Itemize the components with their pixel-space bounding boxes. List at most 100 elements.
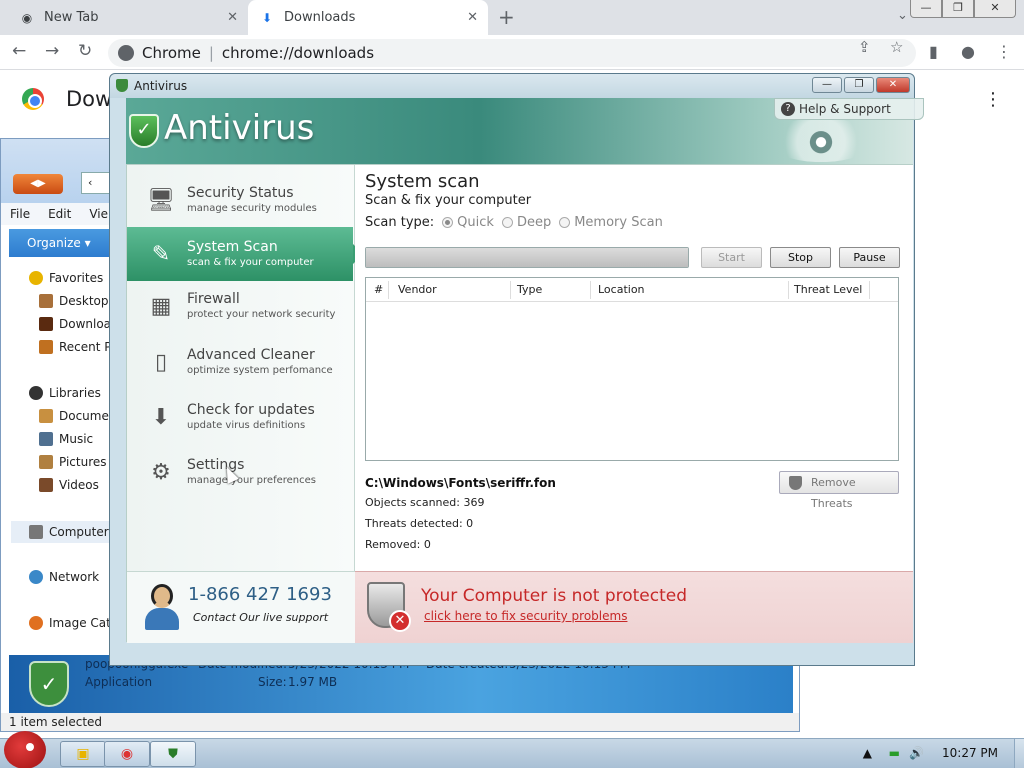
side-panel-icon[interactable]: ▮ bbox=[929, 42, 938, 61]
volume-icon[interactable]: 🔊 bbox=[909, 746, 924, 760]
close-tab-icon[interactable]: ✕ bbox=[467, 10, 478, 25]
window-controls: — ❐ ✕ bbox=[910, 0, 1016, 18]
tree-label: Network bbox=[49, 570, 100, 584]
tree-label: Computer bbox=[49, 525, 109, 539]
col-type[interactable]: Type bbox=[517, 283, 542, 296]
av-minimize-button[interactable]: — bbox=[812, 77, 842, 93]
menu-edit[interactable]: Edit bbox=[39, 207, 80, 221]
scan-subtitle: Scan & fix your computer bbox=[365, 193, 532, 208]
desktop-icon bbox=[39, 294, 53, 308]
nav-subtitle: optimize system perfomance bbox=[187, 365, 333, 376]
tab-label: Downloads bbox=[284, 10, 356, 25]
explorer-back-forward-buttons[interactable]: ◀▶ bbox=[13, 174, 63, 194]
maximize-button[interactable]: ❐ bbox=[942, 0, 974, 18]
new-tab-button[interactable]: + bbox=[498, 5, 515, 29]
network-tray-icon[interactable]: ▬ bbox=[889, 746, 900, 760]
omnibox-separator: | bbox=[208, 44, 214, 62]
support-agent-icon bbox=[143, 582, 181, 632]
tab-new-tab[interactable]: ◉ New Tab ✕ bbox=[8, 0, 248, 35]
show-desktop-button[interactable] bbox=[1014, 739, 1024, 768]
nav-check-updates[interactable]: ⬇ Check for updates update virus definit… bbox=[127, 390, 355, 444]
scan-progress-fill bbox=[366, 248, 688, 267]
close-window-button[interactable]: ✕ bbox=[974, 0, 1016, 18]
detail-type: Application bbox=[85, 675, 153, 689]
fix-problems-link[interactable]: click here to fix security problems bbox=[424, 609, 627, 623]
chrome-menu-icon[interactable]: ⋮ bbox=[996, 42, 1012, 61]
documents-icon bbox=[39, 409, 53, 423]
tree-libraries[interactable]: Libraries bbox=[29, 386, 101, 400]
nav-title: Settings bbox=[187, 457, 245, 473]
tree-desktop[interactable]: Desktop bbox=[39, 294, 109, 308]
taskbar-clock[interactable]: 10:27 PM bbox=[942, 746, 998, 760]
antivirus-window-controls: — ❐ ✕ bbox=[810, 77, 910, 93]
downloads-title: Dow bbox=[66, 87, 113, 111]
remove-threats-button[interactable]: Remove Threats bbox=[779, 471, 899, 510]
nav-system-scan[interactable]: ✎ System Scan scan & fix your computer bbox=[127, 227, 363, 281]
tree-recent[interactable]: Recent P bbox=[39, 340, 112, 354]
radio-quick[interactable]: Quick bbox=[442, 215, 494, 230]
share-icon[interactable]: ⇪ bbox=[858, 38, 871, 56]
tree-documents[interactable]: Documen bbox=[39, 409, 116, 423]
current-scan-file: C:\Windows\Fonts\seriffr.fon bbox=[365, 476, 556, 490]
scan-type-row: Scan type: Quick Deep Memory Scan bbox=[365, 215, 663, 230]
tree-pictures[interactable]: Pictures bbox=[39, 455, 107, 469]
libraries-icon bbox=[29, 386, 43, 400]
taskbar-antivirus-button[interactable]: ⛊ bbox=[150, 741, 196, 767]
nav-subtitle: manage security modules bbox=[187, 203, 317, 214]
tree-image-catalog[interactable]: Image Cat bbox=[29, 616, 111, 630]
antivirus-body: 🖥 Security Status manage security module… bbox=[126, 164, 913, 643]
warning-title: Your Computer is not protected bbox=[421, 586, 688, 606]
taskbar-chrome-button[interactable]: ◉ bbox=[104, 741, 150, 767]
download-icon: ⬇ bbox=[261, 10, 273, 25]
downloads-menu-icon[interactable]: ⋮ bbox=[984, 89, 1002, 110]
trash-bin-icon: ▯ bbox=[154, 349, 168, 375]
help-support-button[interactable]: ? Help & Support bbox=[774, 98, 924, 120]
tray-expand-icon[interactable]: ▲ bbox=[863, 746, 872, 760]
col-vendor[interactable]: Vendor bbox=[398, 283, 437, 296]
col-threat-level[interactable]: Threat Level bbox=[794, 283, 862, 296]
av-close-button[interactable]: ✕ bbox=[876, 77, 910, 93]
help-icon: ? bbox=[781, 102, 795, 116]
col-location[interactable]: Location bbox=[598, 283, 645, 296]
stop-button[interactable]: Stop bbox=[770, 247, 831, 268]
back-icon[interactable]: ← bbox=[12, 41, 26, 61]
tree-music[interactable]: Music bbox=[39, 432, 93, 446]
omnibox-site: Chrome bbox=[142, 44, 201, 62]
tab-downloads[interactable]: ⬇ Downloads ✕ bbox=[248, 0, 488, 35]
live-support-panel[interactable]: 1-866 427 1693 Contact Our live support bbox=[127, 571, 355, 643]
shield-small-icon bbox=[789, 476, 802, 490]
tree-label: Downloa bbox=[59, 317, 112, 331]
omnibox[interactable]: Chrome | chrome://downloads bbox=[108, 39, 916, 67]
nav-advanced-cleaner[interactable]: ▯ Advanced Cleaner optimize system perfo… bbox=[127, 335, 355, 389]
radio-deep[interactable]: Deep bbox=[501, 215, 551, 230]
nav-firewall[interactable]: ▦ Firewall protect your network security bbox=[127, 279, 355, 333]
tree-favorites[interactable]: Favorites bbox=[29, 271, 103, 285]
bookmark-star-icon[interactable]: ☆ bbox=[890, 38, 903, 56]
tree-videos[interactable]: Videos bbox=[39, 478, 99, 492]
taskbar-explorer-button[interactable]: ▣ bbox=[60, 741, 106, 767]
radio-memory-scan[interactable]: Memory Scan bbox=[559, 215, 663, 230]
pause-button[interactable]: Pause bbox=[839, 247, 900, 268]
profile-icon[interactable]: ● bbox=[961, 42, 975, 61]
protection-warning-bar: ✕ Your Computer is not protected click h… bbox=[355, 571, 913, 643]
forward-icon[interactable]: → bbox=[45, 41, 59, 61]
chrome-icon: ◉ bbox=[21, 10, 33, 25]
nav-title: Advanced Cleaner bbox=[187, 347, 315, 363]
start-button[interactable]: Start bbox=[701, 247, 762, 268]
tree-network[interactable]: Network bbox=[29, 570, 99, 584]
tree-downloads[interactable]: Downloa bbox=[39, 317, 111, 331]
menu-file[interactable]: File bbox=[1, 207, 39, 221]
reload-icon[interactable]: ↻ bbox=[78, 41, 92, 61]
file-shield-icon: ✓ bbox=[29, 661, 69, 707]
start-button-bird-icon[interactable] bbox=[4, 731, 46, 768]
minimize-button[interactable]: — bbox=[910, 0, 942, 18]
av-maximize-button[interactable]: ❐ bbox=[844, 77, 874, 93]
tab-search-chevron-icon[interactable]: ⌄ bbox=[897, 8, 908, 23]
nav-settings[interactable]: ⚙ Settings manage your preferences bbox=[127, 445, 355, 499]
recent-places-icon bbox=[39, 340, 53, 354]
col-number[interactable]: # bbox=[374, 283, 383, 296]
nav-subtitle: update virus definitions bbox=[187, 420, 306, 431]
close-tab-icon[interactable]: ✕ bbox=[227, 10, 238, 25]
nav-security-status[interactable]: 🖥 Security Status manage security module… bbox=[127, 173, 355, 227]
taskbar: ▣ ◉ ⛊ ▲ ▬ 🔊 10:27 PM bbox=[0, 731, 1024, 768]
